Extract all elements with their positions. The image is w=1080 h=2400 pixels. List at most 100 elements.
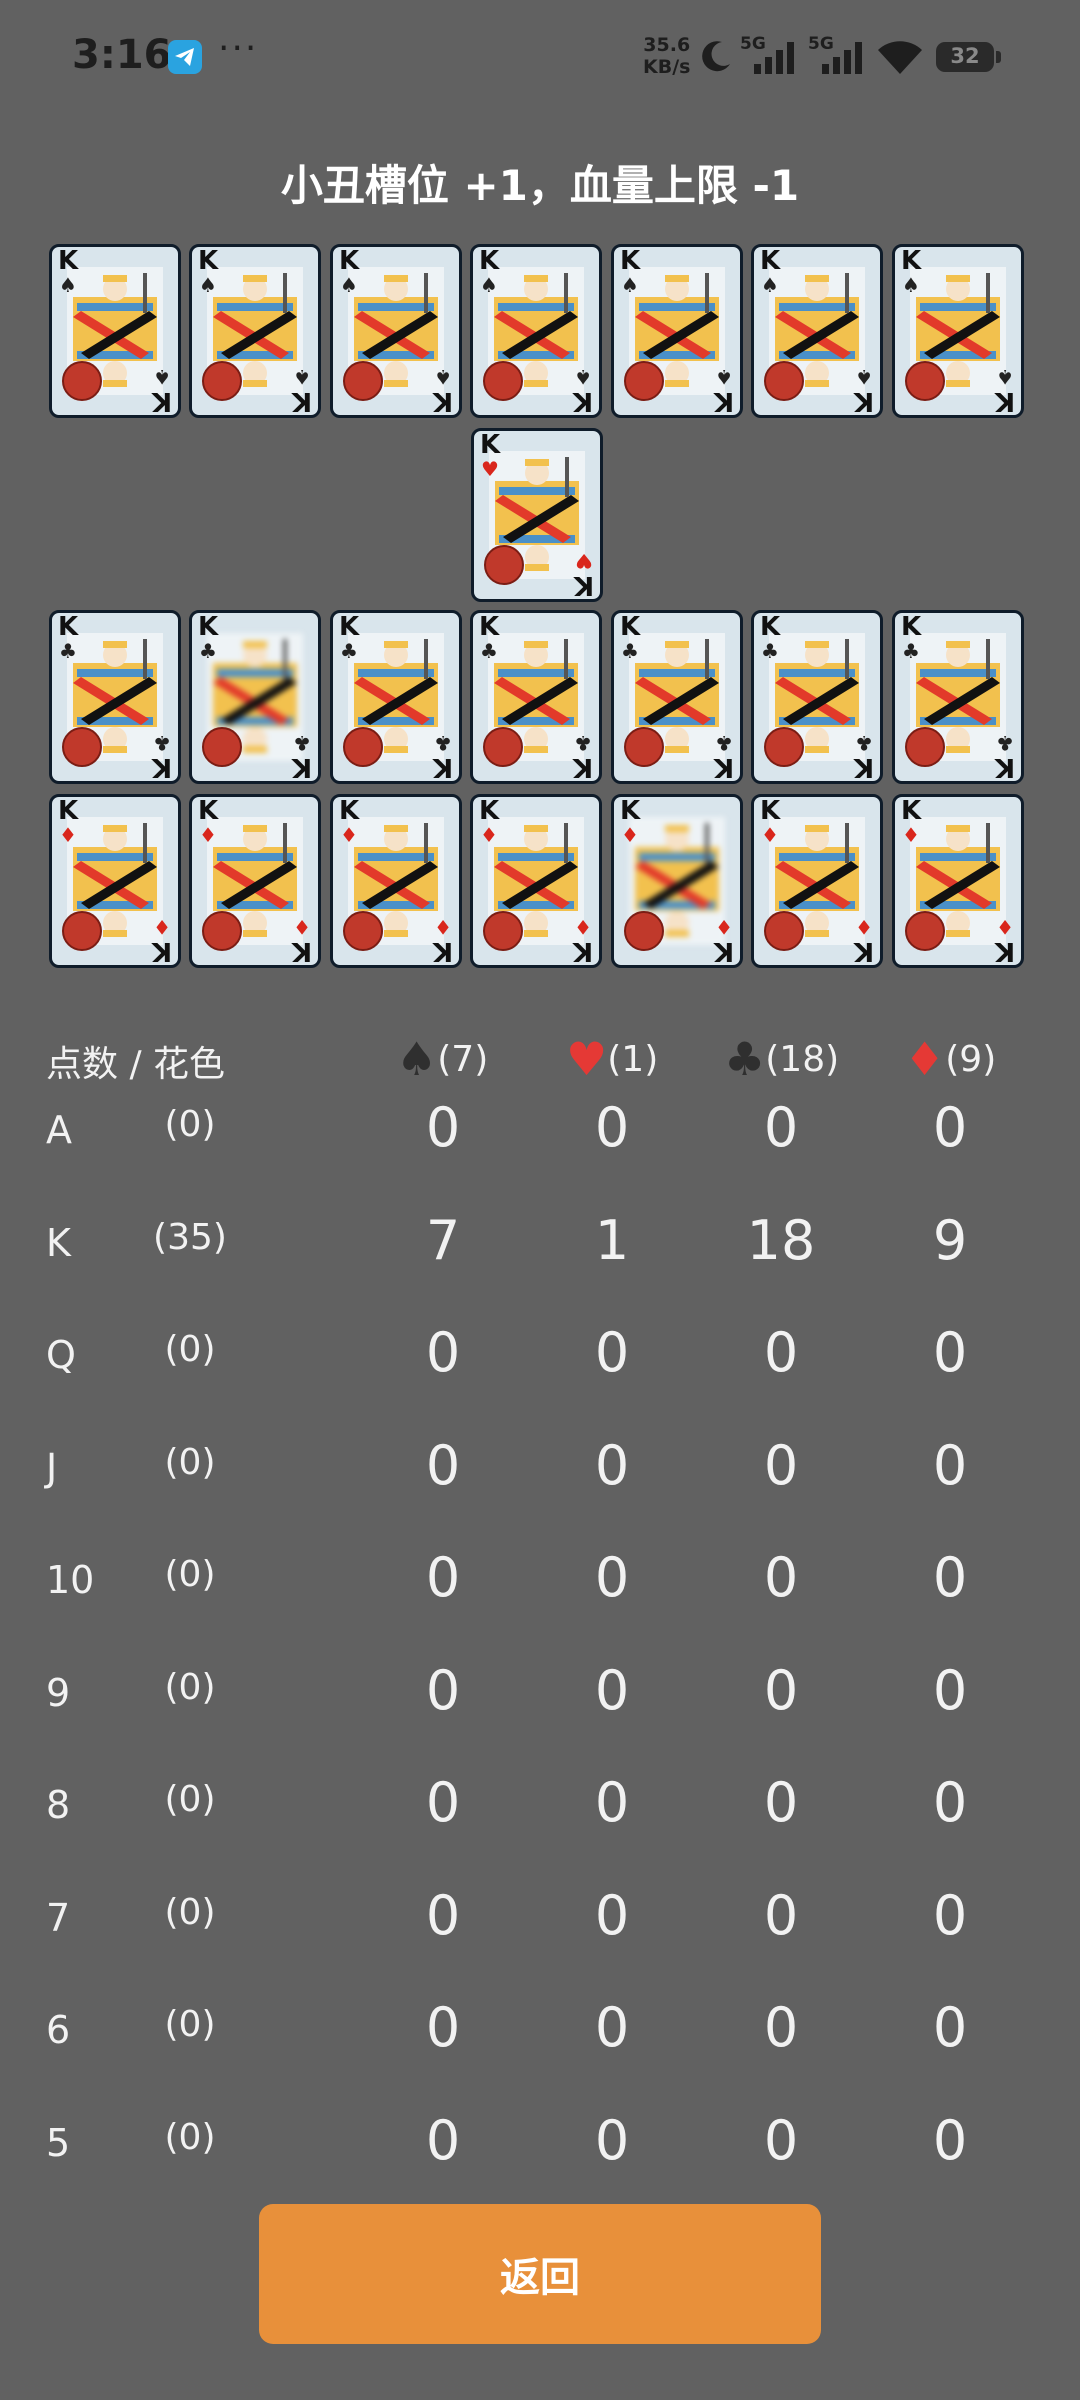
suit-header-diamonds: ♦(9) bbox=[904, 1032, 996, 1086]
suit-count-cell: 0 bbox=[594, 1546, 630, 1609]
card-rank: K bbox=[58, 246, 79, 276]
card-suit-icon-bottom: ♣ bbox=[153, 731, 171, 755]
card-rank: K bbox=[339, 612, 360, 642]
wax-seal bbox=[62, 911, 102, 951]
wax-seal bbox=[483, 911, 523, 951]
card-rank: K bbox=[760, 246, 781, 276]
card-suit-icon-bottom: ♦ bbox=[855, 915, 873, 939]
playing-card[interactable]: K ♦ K ♦ bbox=[892, 794, 1024, 968]
wax-seal bbox=[202, 727, 242, 767]
card-suit-icon-bottom: ♣ bbox=[293, 731, 311, 755]
playing-card[interactable]: K ♠ K ♠ bbox=[189, 244, 321, 418]
playing-card[interactable]: K ♦ K ♦ bbox=[611, 794, 743, 968]
suit-count-cell: 0 bbox=[932, 1546, 968, 1609]
card-suit-icon-bottom: ♦ bbox=[293, 915, 311, 939]
table-row: 7 (0) 0 0 0 0 bbox=[0, 1868, 1080, 1980]
card-rank: K bbox=[198, 246, 219, 276]
playing-card[interactable]: K ♠ K ♠ bbox=[751, 244, 883, 418]
suit-count-cell: 1 bbox=[594, 1208, 630, 1272]
rank-label: 10 bbox=[46, 1558, 95, 1602]
card-suit-icon: ♠ bbox=[199, 273, 217, 297]
table-row: K (35) 7 1 18 9 bbox=[0, 1193, 1080, 1305]
wax-seal bbox=[764, 911, 804, 951]
heart-count: (1) bbox=[607, 1039, 659, 1080]
suit-count-cell: 0 bbox=[425, 1321, 461, 1384]
spade-icon: ♠ bbox=[396, 1032, 438, 1086]
card-suit-icon-bottom: ♦ bbox=[574, 915, 592, 939]
card-suit-icon: ♥ bbox=[481, 457, 499, 481]
rank-label: K bbox=[46, 1220, 71, 1265]
wax-seal bbox=[624, 727, 664, 767]
rank-suit-table[interactable]: A (0) 0 0 0 0 K (35) 7 1 18 9 Q (0) 0 0 0 0 J (0) 0 0 0 0 10 (0) 0… bbox=[0, 1080, 1080, 2160]
playing-card[interactable]: K ♦ K ♦ bbox=[330, 794, 462, 968]
card-rank-bottom: K bbox=[291, 752, 312, 782]
rank-total: (0) bbox=[164, 1554, 216, 1595]
rank-total: (0) bbox=[164, 1104, 216, 1145]
playing-card[interactable]: K ♥ K ♥ bbox=[471, 428, 603, 602]
suit-count-cell: 0 bbox=[763, 1433, 799, 1497]
card-rank: K bbox=[58, 796, 79, 826]
card-rank-bottom: K bbox=[151, 386, 172, 416]
suit-count-cell: 0 bbox=[425, 1096, 461, 1159]
card-rank-bottom: K bbox=[151, 752, 172, 782]
suit-count-cell: 0 bbox=[425, 1546, 461, 1609]
suit-count-cell: 0 bbox=[594, 1096, 630, 1159]
card-suit-icon-bottom: ♣ bbox=[434, 731, 452, 755]
card-suit-icon-bottom: ♠ bbox=[293, 365, 311, 389]
back-button[interactable]: 返回 bbox=[259, 2204, 821, 2344]
card-suit-icon: ♣ bbox=[199, 639, 217, 663]
card-suit-icon-bottom: ♣ bbox=[715, 731, 733, 755]
card-suit-icon: ♠ bbox=[480, 273, 498, 297]
playing-card[interactable]: K ♦ K ♦ bbox=[470, 794, 602, 968]
playing-card[interactable]: K ♣ K ♣ bbox=[892, 610, 1024, 784]
card-rank: K bbox=[339, 246, 360, 276]
playing-card[interactable]: K ♣ K ♣ bbox=[751, 610, 883, 784]
card-suit-icon-bottom: ♣ bbox=[574, 731, 592, 755]
playing-card[interactable]: K ♣ K ♣ bbox=[189, 610, 321, 784]
card-suit-icon-bottom: ♣ bbox=[855, 731, 873, 755]
card-rank-bottom: K bbox=[853, 386, 874, 416]
wax-seal bbox=[202, 361, 242, 401]
playing-card[interactable]: K ♣ K ♣ bbox=[611, 610, 743, 784]
card-rank-bottom: K bbox=[572, 386, 593, 416]
playing-card[interactable]: K ♦ K ♦ bbox=[189, 794, 321, 968]
suit-header-clubs: ♣(18) bbox=[724, 1032, 839, 1086]
playing-card[interactable]: K ♣ K ♣ bbox=[49, 610, 181, 784]
card-suit-icon: ♠ bbox=[340, 273, 358, 297]
playing-card[interactable]: K ♠ K ♠ bbox=[470, 244, 602, 418]
wax-seal bbox=[62, 361, 102, 401]
rank-label: A bbox=[46, 1108, 72, 1152]
table-row: 9 (0) 0 0 0 0 bbox=[0, 1643, 1080, 1755]
card-rank: K bbox=[480, 430, 501, 460]
suit-header-hearts: ♥(1) bbox=[566, 1032, 658, 1086]
card-rank-bottom: K bbox=[713, 752, 734, 782]
playing-card[interactable]: K ♠ K ♠ bbox=[611, 244, 743, 418]
playing-card[interactable]: K ♠ K ♠ bbox=[330, 244, 462, 418]
suit-count-cell: 0 bbox=[932, 1771, 968, 1834]
card-suit-icon: ♣ bbox=[902, 639, 920, 663]
playing-card[interactable]: K ♣ K ♣ bbox=[470, 610, 602, 784]
card-suit-icon: ♦ bbox=[902, 823, 920, 847]
wax-seal bbox=[905, 727, 945, 767]
wax-seal bbox=[483, 727, 523, 767]
card-suit-icon: ♣ bbox=[761, 639, 779, 663]
card-rank: K bbox=[901, 796, 922, 826]
card-suit-icon: ♦ bbox=[761, 823, 779, 847]
suit-count-cell: 0 bbox=[932, 1096, 968, 1159]
rank-total: (0) bbox=[164, 1441, 216, 1483]
suit-count-cell: 0 bbox=[932, 1658, 968, 1722]
playing-card[interactable]: K ♠ K ♠ bbox=[49, 244, 181, 418]
card-suit-icon: ♣ bbox=[59, 639, 77, 663]
playing-card[interactable]: K ♦ K ♦ bbox=[751, 794, 883, 968]
card-suit-icon: ♠ bbox=[902, 273, 920, 297]
card-rank: K bbox=[901, 246, 922, 276]
playing-card[interactable]: K ♠ K ♠ bbox=[892, 244, 1024, 418]
playing-card[interactable]: K ♣ K ♣ bbox=[330, 610, 462, 784]
rank-total: (0) bbox=[164, 1891, 216, 1933]
suit-count-cell: 0 bbox=[594, 1771, 630, 1834]
suit-count-cell: 0 bbox=[594, 1433, 630, 1497]
card-rank: K bbox=[760, 796, 781, 826]
playing-card[interactable]: K ♦ K ♦ bbox=[49, 794, 181, 968]
suit-count-cell: 0 bbox=[932, 1433, 968, 1497]
card-rank-bottom: K bbox=[572, 752, 593, 782]
